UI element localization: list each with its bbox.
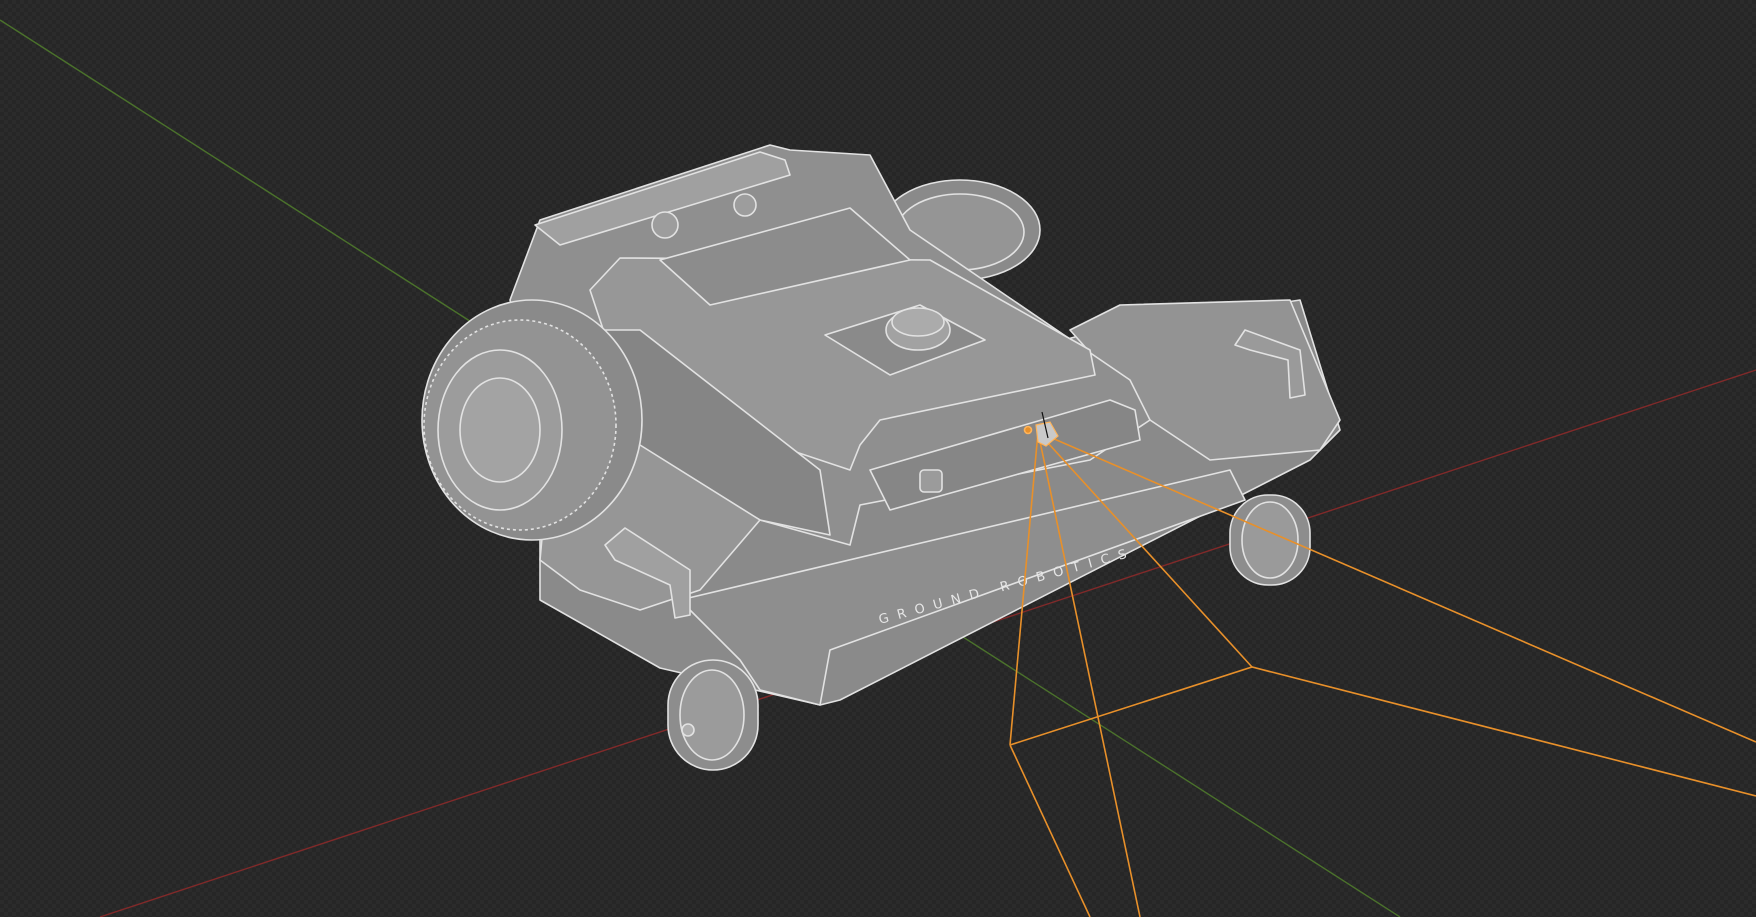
3d-viewport[interactable]: GROUND ROBOTICS — [0, 0, 1756, 917]
headlight — [919, 469, 943, 493]
robot-mower-model[interactable]: GROUND ROBOTICS — [421, 144, 1341, 771]
stop-button[interactable] — [733, 193, 757, 217]
camera-frustum-frame — [1009, 666, 1756, 797]
viewport-scene: GROUND ROBOTICS — [0, 19, 1756, 917]
camera-origin-icon[interactable] — [1023, 425, 1033, 435]
camera-frustum-frame — [1009, 744, 1091, 917]
caster-wheel-front — [667, 659, 759, 771]
camera-frustum-edge — [1037, 431, 1756, 743]
power-button[interactable] — [651, 211, 679, 239]
drive-wheel-left — [421, 299, 643, 541]
caster-wheel-rear — [1229, 494, 1311, 586]
